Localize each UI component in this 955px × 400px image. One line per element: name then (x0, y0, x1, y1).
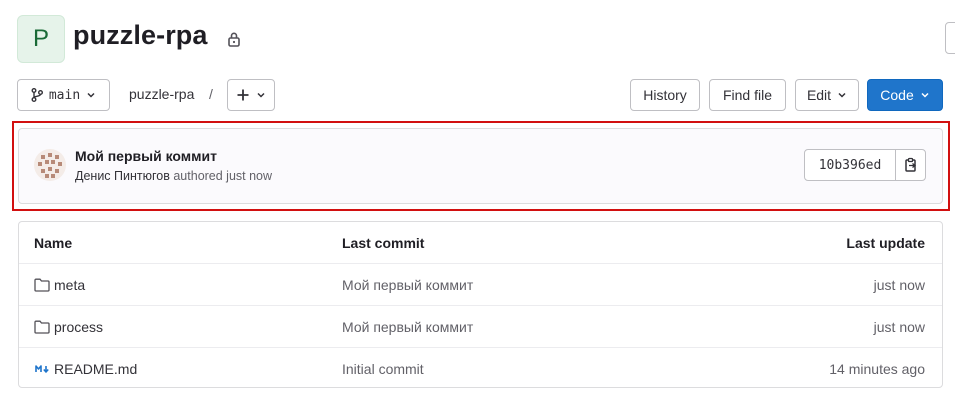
plus-icon (237, 89, 249, 101)
table-row[interactable]: process Мой первый коммит just now (19, 306, 942, 348)
branch-icon (31, 88, 43, 102)
file-name: meta (54, 276, 86, 293)
project-title[interactable]: puzzle-rpa (73, 20, 208, 51)
file-name-cell[interactable]: README.md (34, 348, 138, 387)
edit-button[interactable]: Edit (795, 79, 859, 111)
code-label: Code (880, 87, 914, 103)
lock-icon (228, 32, 240, 47)
project-avatar-letter: P (32, 25, 49, 52)
branch-name: main (48, 87, 81, 103)
file-name: process (54, 318, 104, 335)
breadcrumb[interactable]: puzzle-rpa (129, 86, 194, 102)
commit-highlight-frame (12, 121, 950, 211)
file-name-cell[interactable]: meta (34, 264, 85, 305)
add-dropdown-button[interactable] (227, 79, 275, 111)
header-last-update: Last update (846, 234, 925, 251)
table-row[interactable]: README.md Initial commit 14 minutes ago (19, 348, 942, 387)
file-last-update: 14 minutes ago (829, 361, 925, 377)
find-file-button[interactable]: Find file (709, 79, 786, 111)
chevron-down-icon (921, 92, 929, 98)
table-header-row: Name Last commit Last update (19, 222, 942, 264)
history-label: History (643, 87, 687, 103)
table-row[interactable]: meta Мой первый коммит just now (19, 264, 942, 306)
chevron-down-icon (257, 92, 265, 98)
folder-icon (34, 278, 50, 292)
header-name: Name (34, 234, 73, 251)
file-last-update: just now (873, 276, 925, 293)
find-file-label: Find file (722, 87, 773, 103)
branch-selector[interactable]: main (17, 79, 110, 111)
code-button[interactable]: Code (867, 79, 943, 111)
chevron-down-icon (838, 92, 846, 98)
breadcrumb-separator: / (209, 86, 213, 102)
file-name: README.md (54, 361, 138, 377)
history-button[interactable]: History (630, 79, 700, 111)
file-name-cell[interactable]: process (34, 306, 103, 347)
file-last-commit[interactable]: Мой первый коммит (342, 264, 473, 305)
file-last-commit[interactable]: Мой первый коммит (342, 306, 473, 347)
file-last-update: just now (873, 318, 925, 335)
edit-label: Edit (806, 87, 832, 103)
folder-icon (34, 320, 50, 334)
file-last-commit[interactable]: Initial commit (342, 348, 424, 387)
header-action-button[interactable] (945, 22, 955, 54)
file-table: Name Last commit Last update meta Мой пе… (18, 221, 943, 388)
project-avatar[interactable]: P (17, 15, 65, 63)
header-last-commit: Last commit (342, 234, 425, 251)
markdown-icon (35, 365, 49, 373)
chevron-down-icon (87, 92, 95, 98)
